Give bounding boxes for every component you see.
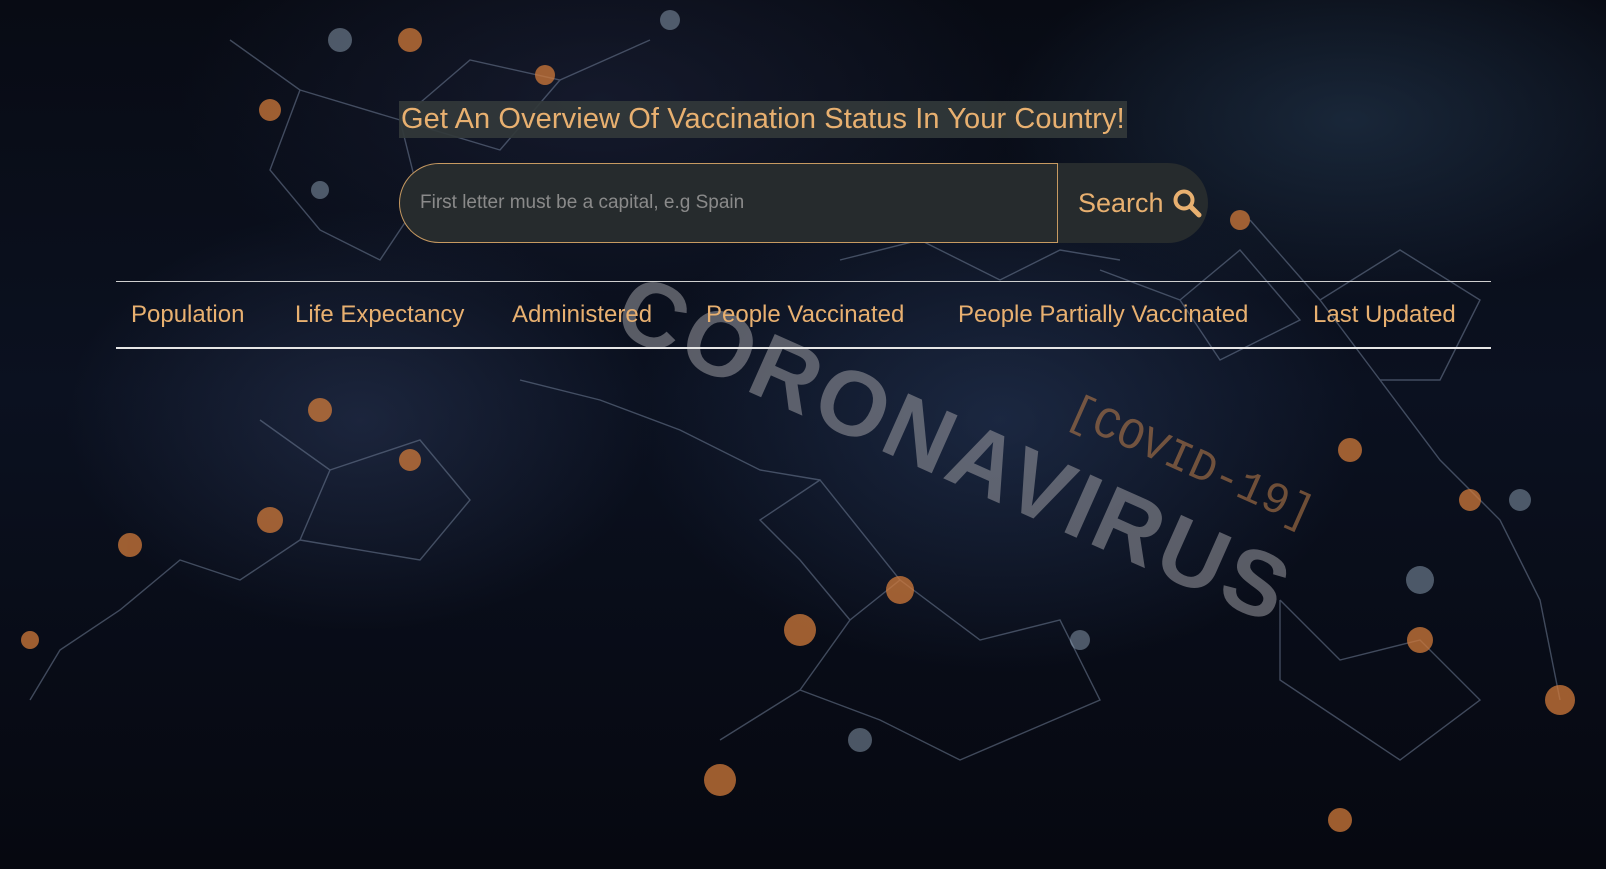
search-button[interactable]: Search (1057, 163, 1208, 243)
column-header-last-updated: Last Updated (1313, 301, 1456, 328)
search-button-label: Search (1078, 187, 1164, 218)
column-header-administered: Administered (512, 301, 653, 328)
page: CORONAVIRUS [COVID-19] Get An Overview O… (0, 0, 1606, 869)
column-header-people-partially-vaccinated: People Partially Vaccinated (958, 301, 1249, 328)
column-header-life-expectancy: Life Expectancy (295, 301, 465, 328)
page-title: Get An Overview Of Vaccination Status In… (399, 101, 1127, 138)
search-bar: Search (399, 163, 1208, 245)
search-icon (1172, 188, 1202, 218)
column-header-population: Population (131, 301, 245, 328)
country-search-input[interactable] (399, 163, 1057, 243)
column-header-people-vaccinated: People Vaccinated (706, 301, 905, 328)
vaccination-table-header: Population Life Expectancy Administered … (116, 281, 1491, 349)
